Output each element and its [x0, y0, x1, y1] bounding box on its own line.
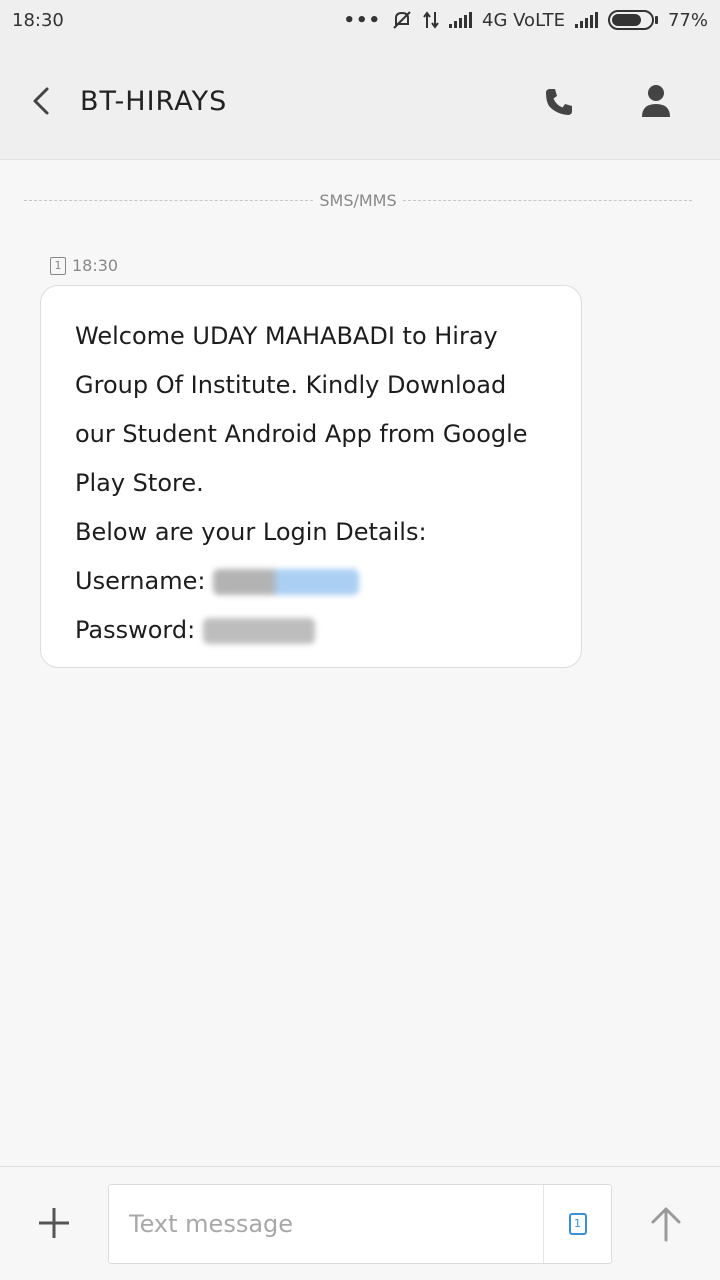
network-type: 4G VoLTE: [482, 9, 565, 31]
password-line: Password:: [75, 606, 547, 655]
battery-icon: [607, 10, 658, 30]
status-time: 18:30: [12, 9, 64, 31]
redacted-username: [213, 569, 360, 595]
username-line: Username:: [75, 557, 547, 606]
message-time: 18:30: [72, 256, 119, 275]
text-message-input[interactable]: [109, 1185, 543, 1263]
signal-icon: [574, 12, 598, 28]
redacted-password: [202, 618, 315, 644]
contact-title: BT-HIRAYS: [80, 86, 228, 117]
sim-icon: 1: [568, 1213, 587, 1235]
message-line: our Student Android App from Google: [75, 420, 528, 448]
composer-bar: 1: [0, 1166, 720, 1280]
status-icons: ••• 4G VoLTE 77%: [344, 10, 709, 31]
sms-mms-divider: SMS/MMS: [24, 190, 692, 210]
message-input-box: 1: [108, 1184, 612, 1264]
battery-percent: 77%: [667, 9, 708, 31]
back-icon[interactable]: [28, 86, 56, 116]
mute-icon: [393, 11, 411, 29]
data-arrows-icon: [423, 11, 439, 29]
message-timestamp: 1 18:30: [50, 256, 118, 275]
password-label: Password:: [75, 616, 196, 644]
sim-selector[interactable]: 1: [543, 1185, 611, 1263]
contact-icon[interactable]: [640, 84, 672, 118]
message-bubble[interactable]: Welcome UDAY MAHABADI to Hiray Group Of …: [40, 285, 582, 668]
conversation-header: BT-HIRAYS: [0, 40, 720, 160]
call-icon[interactable]: [543, 86, 575, 118]
plus-icon[interactable]: [36, 1205, 72, 1241]
username-label: Username:: [75, 567, 206, 595]
send-icon[interactable]: [648, 1205, 684, 1243]
message-line: Welcome UDAY MAHABADI to Hiray: [75, 322, 498, 350]
status-bar: 18:30 ••• 4G VoLTE 77%: [0, 0, 720, 40]
message-line: Play Store.: [75, 469, 204, 497]
more-notifications-icon: •••: [343, 9, 382, 31]
message-line: Below are your Login Details:: [75, 518, 427, 546]
message-line: Group Of Institute. Kindly Download: [75, 371, 507, 399]
signal-icon: [449, 12, 473, 28]
divider-label: SMS/MMS: [319, 190, 397, 210]
sim-icon: 1: [50, 256, 66, 275]
